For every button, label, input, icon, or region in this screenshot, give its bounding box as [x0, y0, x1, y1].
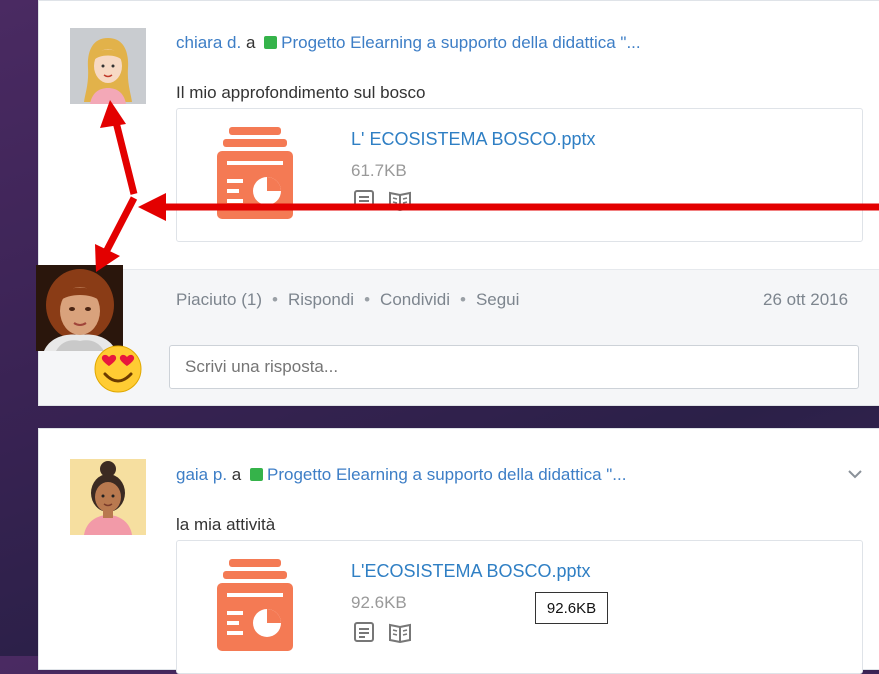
file-pptx-icon[interactable] [217, 559, 293, 651]
group-color-dot [264, 36, 278, 49]
post-actions-bar: Piaciuto (1) • Rispondi • Condividi • Segui 26… [39, 269, 879, 332]
post-text: la mia attività [176, 515, 276, 534]
avatar-gaia[interactable] [70, 459, 146, 535]
connector-text: a [231, 465, 242, 484]
post-date: 26 ott 2016 [763, 290, 849, 309]
file-size: 92.6KB [351, 593, 407, 612]
separator-dot: • [271, 290, 278, 309]
file-pptx-icon[interactable] [217, 127, 293, 219]
post-header: gaia p. a Progetto Elearning a supporto … [176, 465, 626, 485]
reply-link[interactable]: Rispondi [288, 290, 354, 309]
separator-dot: • [364, 290, 371, 309]
file-actions [352, 621, 412, 643]
attachment-card[interactable]: L'ECOSISTEMA BOSCO.pptx 92.6KB [176, 540, 863, 674]
follow-link[interactable]: Segui [476, 290, 519, 309]
author-link[interactable]: chiara d. [176, 33, 241, 52]
group-link[interactable]: Progetto Elearning a supporto della dida… [281, 33, 640, 52]
file-size: 61.7KB [351, 161, 407, 180]
post-card: gaia p. a Progetto Elearning a supporto … [38, 428, 879, 674]
preview-icon[interactable] [352, 621, 376, 643]
post-card: chiara d. a Progetto Elearning a support… [38, 0, 879, 406]
group-link[interactable]: Progetto Elearning a supporto della dida… [267, 465, 626, 484]
book-icon[interactable] [388, 189, 412, 211]
post-actions: Piaciuto (1) • Rispondi • Condividi • Segui [176, 290, 519, 310]
heart-eyes-emoji-icon [94, 345, 142, 393]
connector-text: a [245, 33, 256, 52]
reply-input[interactable] [169, 345, 859, 389]
avatar-chiara[interactable] [70, 28, 146, 104]
file-size-tooltip: 92.6KB [535, 592, 608, 624]
reply-area [39, 331, 879, 406]
like-link[interactable]: Piaciuto (1) [176, 290, 262, 309]
separator-dot: • [459, 290, 466, 309]
book-icon[interactable] [388, 621, 412, 643]
author-link[interactable]: gaia p. [176, 465, 227, 484]
file-name-link[interactable]: L'ECOSISTEMA BOSCO.pptx [351, 561, 591, 582]
chevron-down-icon[interactable] [847, 469, 863, 479]
share-link[interactable]: Condividi [380, 290, 450, 309]
file-actions [352, 189, 412, 211]
group-color-dot [249, 468, 263, 481]
attachment-card[interactable]: L' ECOSISTEMA BOSCO.pptx 61.7KB [176, 108, 863, 242]
teacher-avatar [36, 265, 123, 351]
post-header: chiara d. a Progetto Elearning a support… [176, 33, 641, 53]
file-name-link[interactable]: L' ECOSISTEMA BOSCO.pptx [351, 129, 596, 150]
post-text: Il mio approfondimento sul bosco [176, 83, 426, 102]
preview-icon[interactable] [352, 189, 376, 211]
